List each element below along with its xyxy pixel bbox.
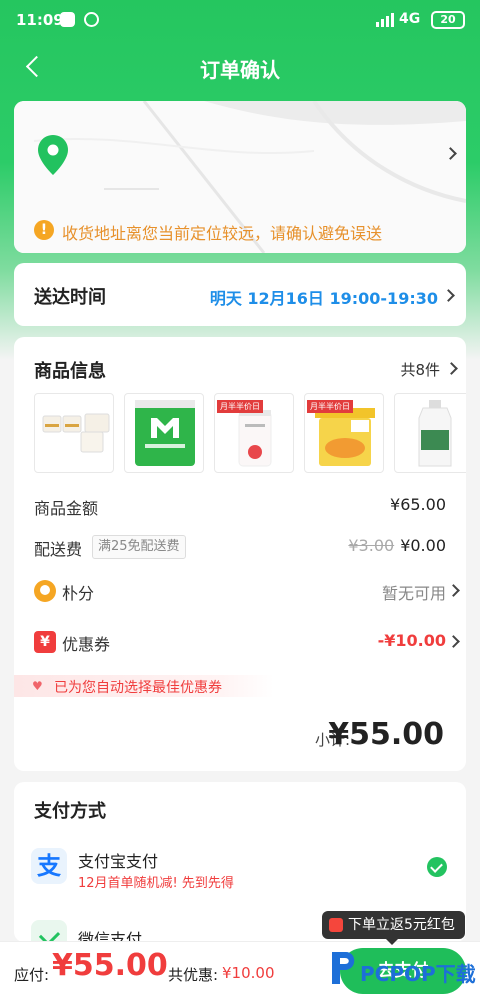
chevron-right-icon [445, 362, 458, 375]
goods-card: 商品信息 共8件 月半半价日 月半半价日 商品金额 ¥65.00 配送费 满25… [14, 337, 466, 771]
promo-tag: 月半半价日 [307, 400, 353, 413]
product-thumbnail[interactable]: 月半半价日 [304, 393, 384, 473]
alipay-option[interactable]: 支付宝支付 [78, 848, 158, 872]
points-icon [34, 580, 56, 602]
delivery-label: 送达时间 [34, 287, 106, 308]
nav-bar: 订单确认 [0, 45, 480, 89]
delivery-time-row[interactable]: 送达时间 明天 12月16日 19:00-19:30 [14, 263, 466, 326]
shipping-price: ¥3.00 ¥0.00 [348, 536, 446, 555]
delivery-time-value: 明天 12月16日 19:00-19:30 [209, 289, 438, 308]
selected-check-icon[interactable] [427, 857, 447, 877]
status-bar: 11:09 4G 20 [0, 0, 480, 40]
amount-value: ¥65.00 [390, 495, 446, 514]
app-notification-icon [84, 12, 99, 27]
goods-title: 商品信息 [34, 361, 106, 382]
milk-bottle-image [418, 400, 452, 467]
product-thumbnail[interactable] [124, 393, 204, 473]
location-pin-icon [38, 135, 68, 175]
address-warning: 收货地址离您当前定位较远，请确认避免误送 [62, 224, 383, 243]
shipping-row: 配送费 满25免配送费 ¥3.00 ¥0.00 [34, 535, 446, 560]
heart-icon: ♥ [32, 679, 43, 693]
warning-icon: ! [34, 220, 54, 240]
notification-icon [60, 12, 75, 27]
due-label: 应付: [14, 966, 50, 984]
cashback-tooltip: 下单立返5元红包 [322, 911, 465, 945]
subtotal-value: ¥55.00 [328, 717, 444, 752]
product-thumbnail[interactable]: 月半半价日 [214, 393, 294, 473]
payment-title: 支付方式 [34, 801, 106, 822]
product-thumbnail[interactable] [34, 393, 114, 473]
amount-label: 商品金额 [34, 499, 99, 518]
yogurt-cups-image [42, 413, 110, 453]
red-packet-icon [329, 918, 343, 932]
product-thumbnails[interactable]: 月半半价日 月半半价日 [34, 393, 466, 473]
due-value: ¥55.00 [52, 948, 168, 983]
discount-label: 共优惠: [168, 966, 219, 984]
auto-coupon-text: 已为您自动选择最佳优惠券 [54, 680, 222, 696]
wechat-pay-option[interactable]: 微信支付 [78, 926, 142, 942]
alipay-promo: 12月首单随机减! 先到先得 [78, 876, 234, 891]
wechat-pay-icon [31, 920, 67, 942]
coupon-label: 优惠券 [62, 635, 111, 654]
status-time: 11:09 [16, 11, 64, 29]
network-type: 4G [399, 11, 421, 27]
points-value: 暂无可用 [381, 584, 446, 603]
shipping-label: 配送费 [34, 540, 83, 559]
shipping-value: ¥0.00 [400, 536, 446, 555]
shipping-original-price: ¥3.00 [348, 536, 395, 555]
chevron-right-icon [447, 635, 460, 648]
points-row[interactable]: 朴分 暂无可用 [34, 580, 460, 604]
milk-tub-image [135, 400, 195, 466]
watermark-text: PCPOP下载 [360, 962, 476, 986]
coupon-row[interactable]: ¥ 优惠券 -¥10.00 [34, 631, 460, 655]
coupon-value: -¥10.00 [377, 631, 446, 650]
chevron-right-icon [442, 289, 455, 302]
promo-tag: 月半半价日 [217, 400, 263, 413]
watermark-logo-icon [332, 952, 355, 984]
watermark: PCPOP下载 [326, 948, 476, 992]
chevron-right-icon [447, 584, 460, 597]
alipay-icon: 支 [31, 848, 67, 884]
free-shipping-badge: 满25免配送费 [92, 535, 186, 559]
amount-row: 商品金额 ¥65.00 [34, 495, 446, 519]
address-card[interactable]: ! 收货地址离您当前定位较远，请确认避免误送 [14, 101, 466, 253]
discount-value: ¥10.00 [222, 964, 275, 982]
battery-icon: 20 [431, 11, 465, 29]
signal-icon [376, 13, 394, 27]
page-title: 订单确认 [200, 58, 280, 82]
coupon-icon: ¥ [34, 631, 56, 653]
goods-count[interactable]: 共8件 [400, 359, 440, 380]
product-thumbnail[interactable] [394, 393, 466, 473]
auto-coupon-notice: ♥ 已为您自动选择最佳优惠券 [14, 675, 274, 697]
points-label: 朴分 [62, 584, 95, 603]
cashback-text: 下单立返5元红包 [348, 917, 455, 933]
